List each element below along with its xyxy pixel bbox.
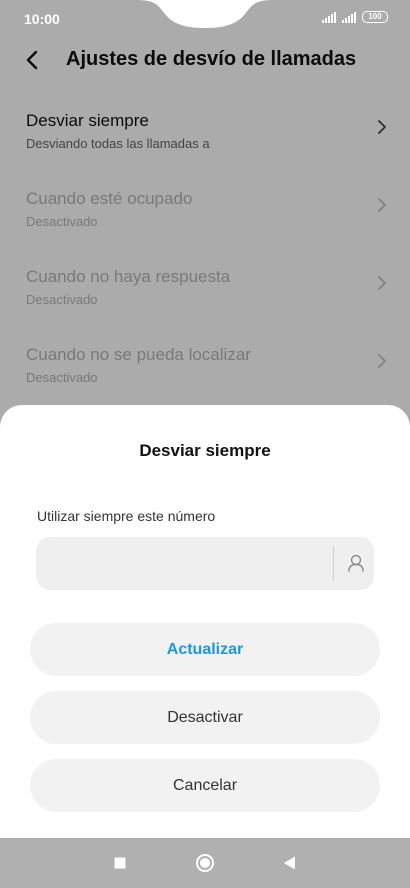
recents-button[interactable] (107, 850, 133, 876)
camera-notch (135, 0, 275, 28)
signal-icon (322, 11, 336, 23)
field-divider (333, 546, 334, 581)
deactivate-button[interactable]: Desactivar (30, 691, 380, 744)
battery-icon: 100 (362, 11, 388, 23)
square-recents-icon (114, 857, 126, 869)
system-nav-bar (0, 838, 410, 888)
triangle-back-icon (284, 856, 295, 870)
status-bar: 10:00 100 (0, 0, 410, 36)
status-time: 10:00 (24, 11, 60, 27)
number-field-label: Utilizar siempre este número (37, 508, 216, 524)
call-forwarding-screen: Ajustes de desvío de llamadas Desviar si… (0, 0, 410, 888)
number-input[interactable] (50, 537, 334, 592)
dialog-title: Desviar siempre (139, 441, 271, 460)
home-button[interactable] (192, 850, 218, 876)
contact-person-icon (348, 554, 364, 572)
nav-back-button[interactable] (277, 850, 303, 876)
forward-always-dialog: Desviar siempre Utilizar siempre este nú… (0, 405, 410, 838)
number-field (36, 537, 374, 592)
cancel-button[interactable]: Cancelar (30, 759, 380, 812)
circle-home-icon (196, 854, 214, 872)
signal-icon (342, 11, 356, 23)
update-button[interactable]: Actualizar (30, 623, 380, 676)
pick-contact-button[interactable] (338, 545, 374, 581)
status-icons: 100 (322, 11, 388, 23)
